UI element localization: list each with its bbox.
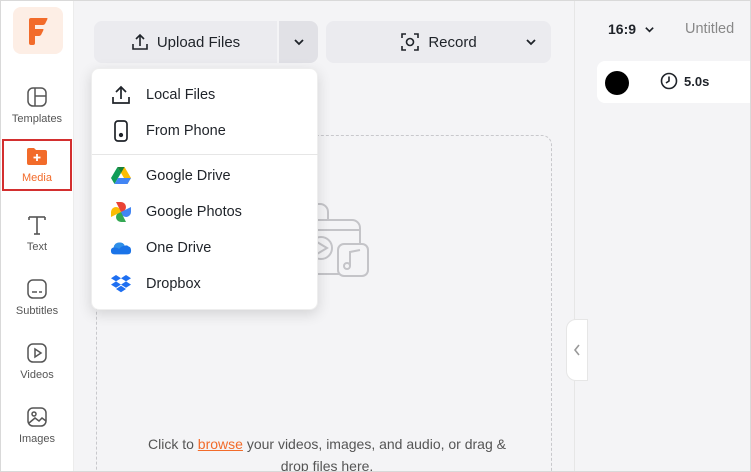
- chevron-down-icon[interactable]: [523, 34, 539, 50]
- app-logo[interactable]: [13, 7, 63, 54]
- menu-item-local-files[interactable]: Local Files: [92, 77, 319, 113]
- onedrive-icon: [110, 237, 132, 259]
- phone-icon: [110, 120, 132, 142]
- menu-item-label: Google Photos: [146, 204, 242, 220]
- google-drive-icon: [110, 165, 132, 187]
- templates-icon: [25, 85, 49, 109]
- scene-duration-value: 5.0s: [684, 73, 710, 89]
- logo-icon: [29, 17, 48, 45]
- sidebar: Templates Media Text Subtitles Videos Im…: [1, 1, 74, 471]
- sidebar-item-label: Text: [26, 241, 48, 253]
- sidebar-item-label: Media: [22, 172, 52, 184]
- upload-options-menu: Local Files From Phone Google Drive Goog…: [91, 68, 319, 310]
- menu-item-label: From Phone: [146, 123, 226, 139]
- sidebar-item-videos[interactable]: Videos: [1, 335, 73, 391]
- upload-icon: [110, 84, 132, 106]
- menu-item-one-drive[interactable]: One Drive: [92, 230, 319, 266]
- sidebar-item-label: Templates: [11, 113, 63, 125]
- menu-divider: [92, 154, 319, 155]
- sidebar-item-label: Subtitles: [15, 305, 59, 317]
- record-button[interactable]: Record: [326, 21, 551, 63]
- browse-link[interactable]: browse: [198, 436, 243, 452]
- scene-duration[interactable]: 5.0s: [660, 72, 709, 90]
- upload-files-button[interactable]: Upload Files: [94, 21, 277, 63]
- menu-item-label: Local Files: [146, 87, 216, 103]
- upload-options-dropdown-button[interactable]: [279, 21, 318, 63]
- sidebar-item-templates[interactable]: Templates: [1, 79, 73, 135]
- menu-item-label: One Drive: [146, 240, 212, 256]
- videos-icon: [25, 341, 49, 365]
- dropzone-instructions: Click to browse your videos, images, and…: [148, 436, 506, 472]
- sidebar-item-label: Videos: [20, 369, 54, 381]
- aspect-ratio-selector[interactable]: 16:9: [608, 21, 655, 37]
- menu-item-dropbox[interactable]: Dropbox: [92, 266, 319, 302]
- menu-item-label: Google Drive: [146, 168, 231, 184]
- preview-panel: 16:9 Untitled 5.0s: [574, 1, 750, 471]
- sidebar-item-label: Images: [18, 433, 56, 445]
- google-photos-icon: [110, 201, 132, 223]
- chevron-left-icon: [573, 344, 580, 356]
- media-icon: [25, 144, 49, 168]
- project-title[interactable]: Untitled: [685, 21, 734, 37]
- app-window: Templates Media Text Subtitles Videos Im…: [0, 0, 751, 472]
- aspect-ratio-value: 16:9: [608, 21, 637, 37]
- sidebar-item-subtitles[interactable]: Subtitles: [1, 271, 73, 327]
- text-icon: [25, 213, 49, 237]
- record-icon: [401, 33, 420, 51]
- upload-icon: [132, 33, 148, 50]
- collapse-panel-button[interactable]: [566, 319, 588, 381]
- chevron-down-icon: [645, 26, 654, 33]
- clock-icon: [660, 72, 678, 90]
- menu-item-google-drive[interactable]: Google Drive: [92, 158, 319, 194]
- scene-card[interactable]: 5.0s: [597, 61, 750, 103]
- subtitles-icon: [25, 277, 49, 301]
- sidebar-item-media[interactable]: Media: [2, 139, 72, 191]
- scene-color-swatch[interactable]: [605, 71, 629, 95]
- menu-item-google-photos[interactable]: Google Photos: [92, 194, 319, 230]
- menu-item-from-phone[interactable]: From Phone: [92, 113, 319, 149]
- sidebar-item-text[interactable]: Text: [1, 207, 73, 263]
- upload-files-label: Upload Files: [156, 33, 241, 51]
- record-label: Record: [428, 33, 477, 51]
- dropbox-icon: [110, 273, 132, 295]
- menu-item-label: Dropbox: [146, 276, 201, 292]
- sidebar-item-images[interactable]: Images: [1, 399, 73, 455]
- images-icon: [25, 405, 49, 429]
- chevron-down-icon: [293, 39, 304, 46]
